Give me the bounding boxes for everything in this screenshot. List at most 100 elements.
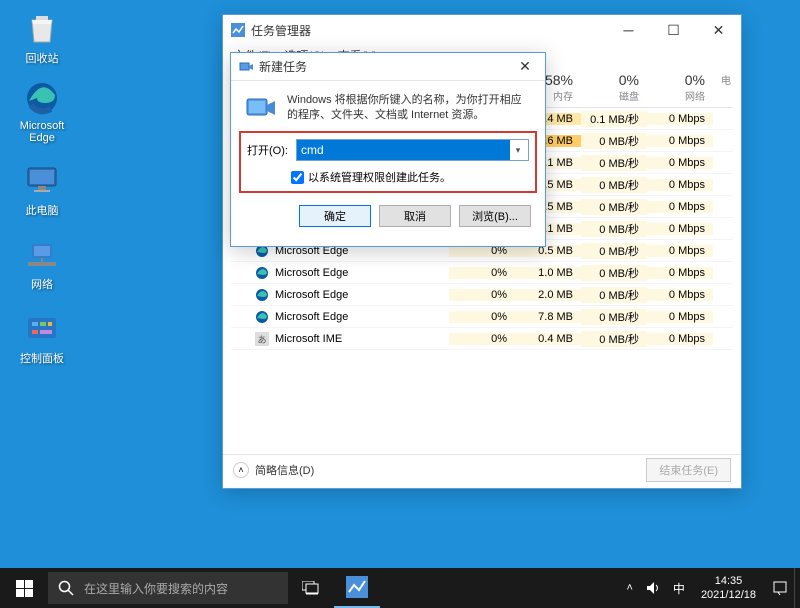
process-icon: あ — [255, 332, 269, 346]
disk-cell: 0 MB/秒 — [581, 133, 647, 149]
dialog-title: 新建任务 — [259, 58, 307, 75]
net-cell: 0 Mbps — [647, 135, 713, 147]
tray-volume-icon[interactable] — [639, 568, 667, 608]
disk-cell: 0 MB/秒 — [581, 331, 647, 347]
end-task-button: 结束任务(E) — [646, 458, 731, 482]
disk-cell: 0.1 MB/秒 — [581, 111, 647, 127]
edge-icon — [22, 78, 62, 118]
desktop-icon-network[interactable]: 网络 — [12, 234, 72, 292]
desktop-icon-this-pc[interactable]: 此电脑 — [12, 160, 72, 218]
chevron-up-icon[interactable]: ˄ — [233, 462, 249, 478]
mem-cell: 2.0 MB — [515, 289, 581, 301]
admin-checkbox-label: 以系统管理权限创建此任务。 — [308, 169, 451, 185]
table-row[interactable]: Microsoft Edge 0% 7.8 MB 0 MB/秒 0 Mbps — [231, 306, 733, 328]
computer-icon — [22, 160, 62, 200]
svg-text:あ: あ — [257, 335, 266, 345]
disk-cell: 0 MB/秒 — [581, 221, 647, 237]
desktop-icon-edge[interactable]: Microsoft Edge — [12, 78, 72, 144]
window-title: 任务管理器 — [251, 22, 311, 39]
column-power[interactable]: 电 — [713, 70, 733, 107]
cancel-button[interactable]: 取消 — [379, 205, 451, 227]
start-button[interactable] — [0, 568, 48, 608]
fewer-details-link[interactable]: 简略信息(D) — [255, 462, 314, 478]
chevron-down-icon[interactable]: ▾ — [510, 145, 526, 156]
process-icon — [255, 266, 269, 280]
tray-chevron-up-icon[interactable]: ˄ — [620, 568, 638, 608]
net-cell: 0 Mbps — [647, 333, 713, 345]
net-cell: 0 Mbps — [647, 113, 713, 125]
search-placeholder: 在这里输入你要搜索的内容 — [84, 580, 228, 597]
open-label: 打开(O): — [247, 142, 288, 158]
recycle-bin-icon — [22, 8, 62, 48]
desktop-icon-label: 此电脑 — [12, 202, 72, 218]
search-box[interactable]: 在这里输入你要搜索的内容 — [48, 572, 288, 604]
process-name: Microsoft Edge — [275, 289, 348, 301]
dialog-close-button[interactable]: ✕ — [505, 52, 545, 82]
taskbar: 在这里输入你要搜索的内容 ˄ 中 14:35 2021/12/18 — [0, 568, 800, 608]
show-desktop-button[interactable] — [794, 568, 800, 608]
table-row[interactable]: Microsoft Edge 0% 2.0 MB 0 MB/秒 0 Mbps — [231, 284, 733, 306]
tray-ime-icon[interactable]: 中 — [667, 568, 691, 608]
desktop-icon-label: 网络 — [12, 276, 72, 292]
process-name: Microsoft Edge — [275, 267, 348, 279]
desktop-icon-control-panel[interactable]: 控制面板 — [12, 308, 72, 366]
close-button[interactable]: ✕ — [696, 15, 741, 45]
notifications-button[interactable] — [766, 568, 794, 608]
disk-cell: 0 MB/秒 — [581, 287, 647, 303]
net-cell: 0 Mbps — [647, 179, 713, 191]
net-cell: 0 Mbps — [647, 289, 713, 301]
control-panel-icon — [22, 308, 62, 348]
table-row[interactable]: あ Microsoft IME 0% 0.4 MB 0 MB/秒 0 Mbps — [231, 328, 733, 350]
clock-time: 14:35 — [701, 574, 756, 588]
net-cell: 0 Mbps — [647, 223, 713, 235]
desktop-icon-label: 回收站 — [12, 50, 72, 66]
network-icon — [22, 234, 62, 274]
admin-checkbox[interactable] — [291, 171, 304, 184]
net-cell: 0 Mbps — [647, 267, 713, 279]
cpu-cell: 0% — [449, 311, 515, 323]
process-name: Microsoft Edge — [275, 311, 348, 323]
taskbar-app-task-manager[interactable] — [334, 568, 380, 608]
disk-cell: 0 MB/秒 — [581, 309, 647, 325]
titlebar[interactable]: 任务管理器 ─ ☐ ✕ — [223, 15, 741, 45]
net-cell: 0 Mbps — [647, 245, 713, 257]
process-name: Microsoft IME — [275, 333, 342, 345]
process-icon — [255, 288, 269, 302]
task-view-button[interactable] — [288, 568, 334, 608]
dialog-description: Windows 将根据你所键入的名称，为你打开相应的程序、文件夹、文档或 Int… — [287, 93, 531, 125]
run-small-icon — [239, 60, 253, 74]
statusbar: ˄ 简略信息(D) 结束任务(E) — [223, 454, 741, 484]
net-cell: 0 Mbps — [647, 201, 713, 213]
app-icon — [231, 23, 245, 37]
run-icon — [245, 93, 277, 125]
browse-button[interactable]: 浏览(B)... — [459, 205, 531, 227]
search-icon — [58, 580, 74, 596]
net-cell: 0 Mbps — [647, 157, 713, 169]
cpu-cell: 0% — [449, 267, 515, 279]
mem-cell: 1.0 MB — [515, 267, 581, 279]
desktop-icon-label: Microsoft Edge — [12, 120, 72, 144]
cpu-cell: 0% — [449, 333, 515, 345]
table-row[interactable]: Microsoft Edge 0% 1.0 MB 0 MB/秒 0 Mbps — [231, 262, 733, 284]
mem-cell: 0.4 MB — [515, 333, 581, 345]
disk-cell: 0 MB/秒 — [581, 199, 647, 215]
open-combobox[interactable]: ▾ — [296, 139, 529, 161]
desktop-icon-label: 控制面板 — [12, 350, 72, 366]
minimize-button[interactable]: ─ — [606, 15, 651, 45]
process-icon — [255, 310, 269, 324]
open-input[interactable] — [297, 140, 510, 160]
disk-cell: 0 MB/秒 — [581, 243, 647, 259]
clock-date: 2021/12/18 — [701, 588, 756, 602]
ok-button[interactable]: 确定 — [299, 205, 371, 227]
dialog-titlebar[interactable]: 新建任务 ✕ — [231, 53, 545, 81]
new-task-dialog: 新建任务 ✕ Windows 将根据你所键入的名称，为你打开相应的程序、文件夹、… — [230, 52, 546, 247]
mem-cell: 7.8 MB — [515, 311, 581, 323]
taskbar-clock[interactable]: 14:35 2021/12/18 — [691, 574, 766, 603]
desktop-icon-recycle-bin[interactable]: 回收站 — [12, 8, 72, 66]
maximize-button[interactable]: ☐ — [651, 15, 696, 45]
column-disk[interactable]: 0% 磁盘 — [581, 70, 647, 107]
disk-cell: 0 MB/秒 — [581, 155, 647, 171]
cpu-cell: 0% — [449, 289, 515, 301]
disk-cell: 0 MB/秒 — [581, 177, 647, 193]
column-network[interactable]: 0% 网络 — [647, 70, 713, 107]
